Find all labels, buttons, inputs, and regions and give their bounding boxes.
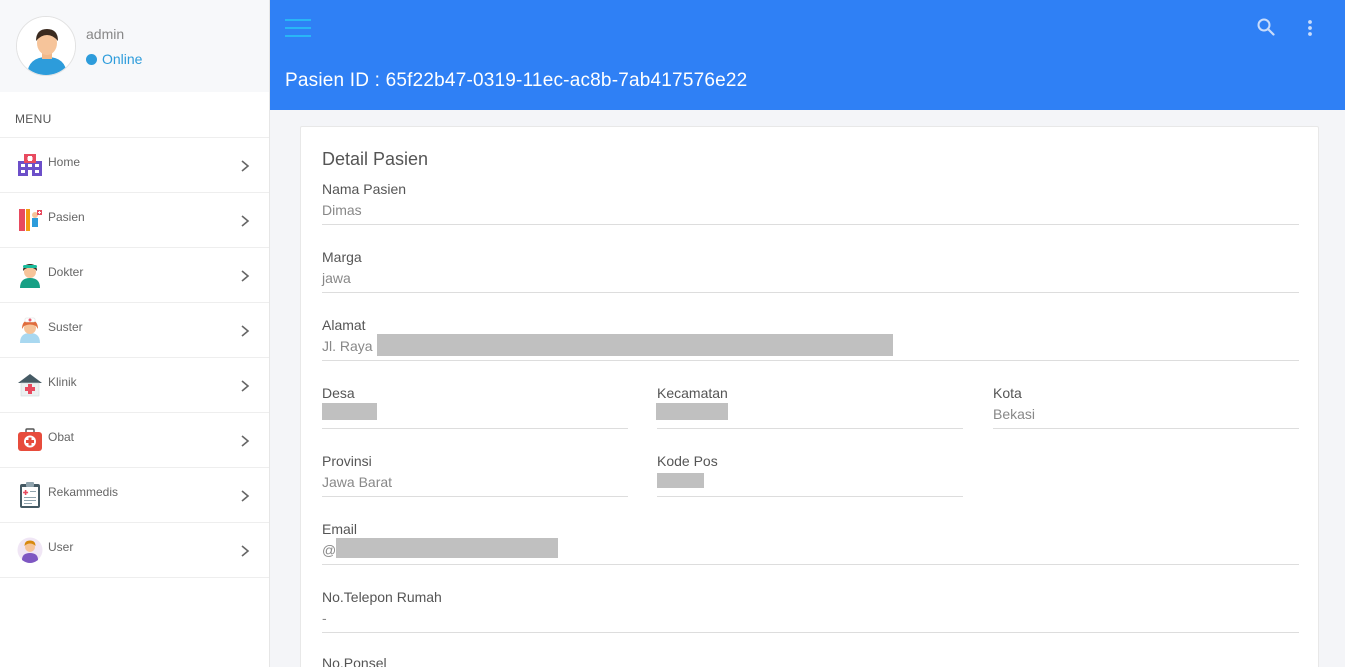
menu-header: MENU bbox=[0, 92, 269, 138]
detail-card: Detail Pasien Nama Pasien Dimas Marga ja… bbox=[300, 126, 1319, 667]
field-label: No.Ponsel bbox=[322, 655, 387, 667]
field-label: No.Telepon Rumah bbox=[322, 589, 442, 605]
sidebar-item-label: Klinik bbox=[48, 375, 77, 389]
field-label: Kecamatan bbox=[657, 385, 728, 401]
kecamatan-value bbox=[656, 401, 963, 429]
sidebar: admin Online MENU Home Pasien Dokter Sus… bbox=[0, 0, 270, 667]
field-kode-pos: Kode Pos bbox=[657, 453, 963, 497]
email-text: @ bbox=[322, 542, 337, 558]
kota-value: Bekasi bbox=[993, 401, 1299, 429]
sidebar-item-home[interactable]: Home bbox=[0, 138, 269, 193]
clinic-icon bbox=[16, 371, 44, 399]
chevron-right-icon bbox=[241, 490, 250, 502]
field-provinsi: Provinsi Jawa Barat bbox=[322, 453, 628, 497]
hamburger-menu-icon[interactable] bbox=[285, 19, 311, 39]
field-email: Email @ bbox=[322, 521, 1299, 565]
field-label: Kode Pos bbox=[657, 453, 718, 469]
clipboard-icon bbox=[16, 481, 44, 509]
user-avatar-icon bbox=[17, 17, 75, 75]
user-status: Online bbox=[86, 51, 142, 67]
sidebar-item-pasien[interactable]: Pasien bbox=[0, 193, 269, 248]
provinsi-value: Jawa Barat bbox=[322, 469, 628, 497]
sidebar-item-label: Home bbox=[48, 155, 81, 169]
field-label: Desa bbox=[322, 385, 355, 401]
chevron-right-icon bbox=[241, 435, 250, 447]
field-desa: Desa bbox=[322, 385, 628, 429]
chevron-right-icon bbox=[241, 545, 250, 557]
nama-pasien-value: Dimas bbox=[322, 197, 1299, 225]
field-label: Provinsi bbox=[322, 453, 372, 469]
field-no-ponsel: No.Ponsel bbox=[322, 655, 1299, 667]
sidebar-item-label: User bbox=[48, 540, 74, 554]
card-title: Detail Pasien bbox=[322, 149, 429, 169]
chevron-right-icon bbox=[241, 160, 250, 172]
alamat-text: Jl. Raya bbox=[322, 338, 373, 354]
field-alamat: Alamat Jl. Raya bbox=[322, 317, 1299, 361]
sidebar-item-dokter[interactable]: Dokter bbox=[0, 248, 269, 303]
email-value: @ bbox=[322, 537, 1299, 565]
user-status-text: Online bbox=[102, 51, 143, 67]
kode-pos-value bbox=[657, 469, 963, 497]
redacted-block bbox=[656, 403, 728, 420]
redacted-block bbox=[377, 334, 893, 356]
chevron-right-icon bbox=[241, 380, 250, 392]
sidebar-item-user[interactable]: User bbox=[0, 523, 269, 578]
redacted-block bbox=[322, 403, 377, 420]
chevron-right-icon bbox=[241, 215, 250, 227]
online-dot-icon bbox=[86, 53, 97, 65]
medicine-kit-icon bbox=[16, 426, 44, 454]
alamat-value: Jl. Raya bbox=[322, 333, 1299, 361]
page-title: Pasien ID : 65f22b47-0319-11ec-ac8b-7ab4… bbox=[285, 70, 748, 91]
user-panel: admin Online bbox=[0, 0, 269, 92]
field-label: Nama Pasien bbox=[322, 181, 407, 197]
sidebar-item-klinik[interactable]: Klinik bbox=[0, 358, 269, 413]
sidebar-item-label: Suster bbox=[48, 320, 83, 334]
nurse-icon bbox=[16, 316, 44, 344]
patient-icon bbox=[16, 206, 44, 234]
redacted-block bbox=[657, 473, 704, 488]
field-marga: Marga jawa bbox=[322, 249, 1299, 293]
sidebar-item-label: Rekammedis bbox=[48, 485, 119, 499]
sidebar-item-label: Obat bbox=[48, 430, 75, 444]
chevron-right-icon bbox=[241, 270, 250, 282]
field-label: Alamat bbox=[322, 317, 366, 333]
field-label: Kota bbox=[993, 385, 1022, 401]
telepon-rumah-value: - bbox=[322, 605, 1299, 633]
sidebar-item-suster[interactable]: Suster bbox=[0, 303, 269, 358]
search-icon[interactable] bbox=[1257, 18, 1275, 36]
user-name: admin bbox=[86, 26, 125, 42]
hospital-icon bbox=[16, 151, 44, 179]
redacted-block bbox=[336, 538, 558, 558]
field-kecamatan: Kecamatan bbox=[656, 385, 963, 429]
more-vertical-icon[interactable] bbox=[1305, 18, 1315, 38]
field-kota: Kota Bekasi bbox=[993, 385, 1299, 429]
chevron-right-icon bbox=[241, 325, 250, 337]
sidebar-item-label: Dokter bbox=[48, 265, 84, 279]
marga-value: jawa bbox=[322, 265, 1299, 293]
desa-value bbox=[322, 401, 628, 429]
sidebar-item-obat[interactable]: Obat bbox=[0, 413, 269, 468]
field-label: Marga bbox=[322, 249, 362, 265]
sidebar-item-label: Pasien bbox=[48, 210, 85, 224]
field-telepon-rumah: No.Telepon Rumah - bbox=[322, 589, 1299, 633]
user-icon bbox=[16, 536, 44, 564]
sidebar-item-rekammedis[interactable]: Rekammedis bbox=[0, 468, 269, 523]
avatar[interactable] bbox=[16, 16, 76, 76]
top-bar: Pasien ID : 65f22b47-0319-11ec-ac8b-7ab4… bbox=[270, 0, 1345, 110]
doctor-icon bbox=[16, 261, 44, 289]
field-label: Email bbox=[322, 521, 358, 537]
field-nama-pasien: Nama Pasien Dimas bbox=[322, 181, 1299, 225]
